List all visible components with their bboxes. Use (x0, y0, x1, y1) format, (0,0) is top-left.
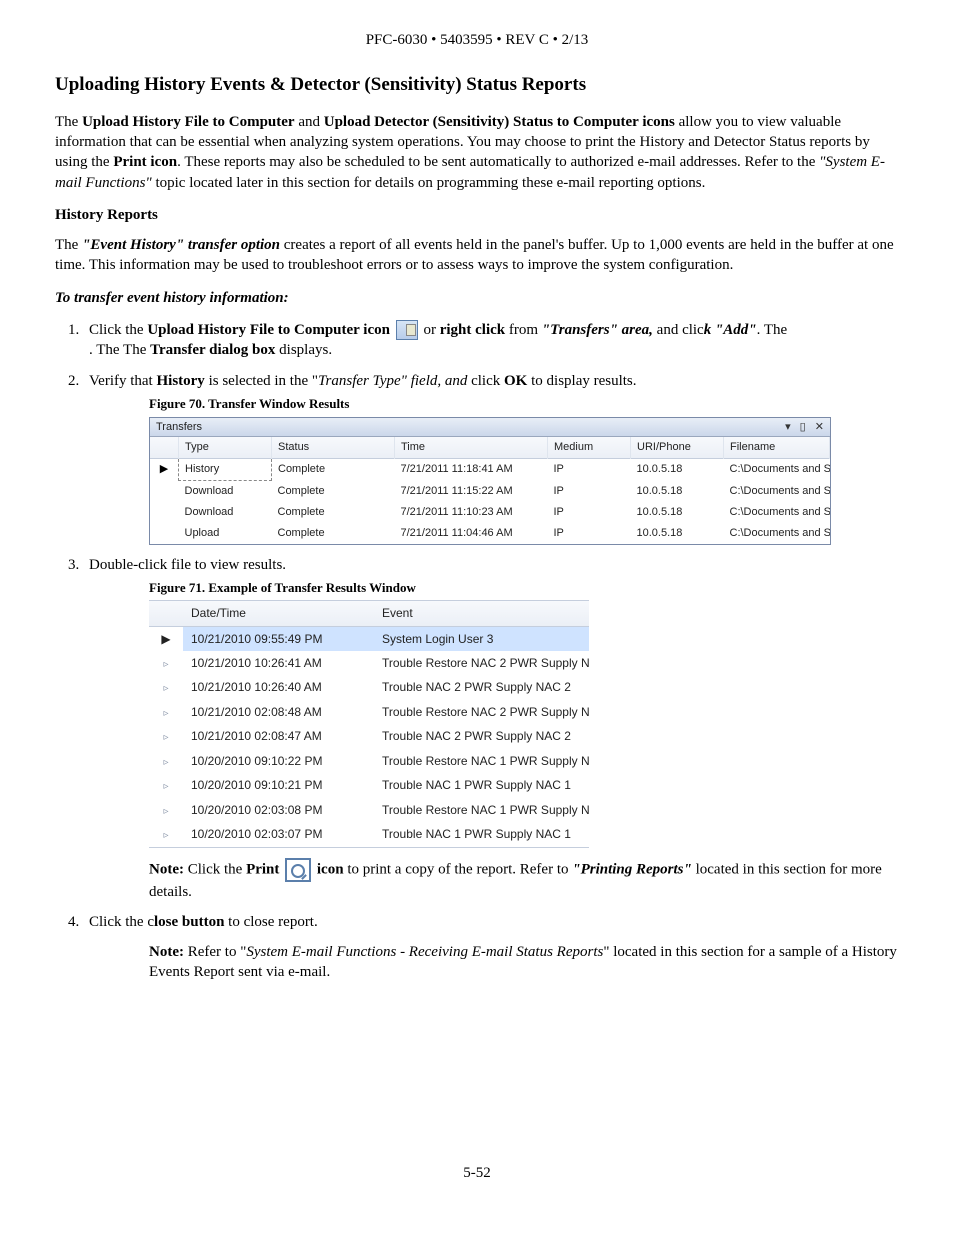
table-row[interactable]: ▶HistoryComplete7/21/2011 11:18:41 AMIP1… (150, 459, 830, 481)
pin-icon[interactable]: ▯ (800, 420, 806, 435)
step-2: Verify that History is selected in the "… (83, 371, 899, 545)
col-time[interactable]: Time (395, 437, 548, 458)
transfer-procedure-head: To transfer event history information: (55, 288, 899, 308)
col-uri[interactable]: URI/Phone (631, 437, 724, 458)
col-type[interactable]: Type (179, 437, 272, 458)
page-number: 5-52 (55, 1163, 899, 1183)
intro-paragraph: The Upload History File to Computer and … (55, 112, 899, 193)
table-row[interactable]: DownloadComplete7/21/2011 11:10:23 AMIP1… (150, 502, 830, 523)
transfers-window: Transfers ▾ ▯ ✕ Type Status Time Medium … (149, 417, 831, 545)
upload-history-icon (396, 320, 418, 340)
col-event[interactable]: Event (374, 601, 589, 626)
step-3: Double-click file to view results. Figur… (83, 555, 899, 902)
table-row[interactable]: DownloadComplete7/21/2011 11:15:22 AMIP1… (150, 481, 830, 502)
step-4: Click the close button to close report. … (83, 912, 899, 983)
col-datetime[interactable]: Date/Time (183, 601, 374, 626)
doc-header: PFC-6030 • 5403595 • REV C • 2/13 (55, 30, 899, 50)
transfers-titlebar: Transfers ▾ ▯ ✕ (150, 418, 830, 438)
table-row[interactable]: UploadComplete7/21/2011 11:04:46 AMIP10.… (150, 523, 830, 544)
col-medium[interactable]: Medium (548, 437, 631, 458)
step-1: Click the Upload History File to Compute… (83, 320, 899, 361)
table-row[interactable]: ▹10/20/2010 09:10:22 PMTrouble Restore N… (149, 749, 589, 774)
history-reports-head: History Reports (55, 205, 899, 225)
table-row[interactable]: ▹10/20/2010 02:03:07 PMTrouble NAC 1 PWR… (149, 822, 589, 847)
table-row[interactable]: ▹10/20/2010 02:03:08 PMTrouble Restore N… (149, 798, 589, 823)
history-reports-paragraph: The "Event History" transfer option crea… (55, 235, 899, 276)
table-row[interactable]: ▹10/21/2010 02:08:47 AMTrouble NAC 2 PWR… (149, 724, 589, 749)
figure-71-caption: Figure 71. Example of Transfer Results W… (149, 579, 899, 597)
transfers-table: Type Status Time Medium URI/Phone Filena… (150, 437, 830, 543)
note-print: Note: Click the Print icon to print a co… (149, 858, 899, 902)
results-table: Date/Time Event ▶10/21/2010 09:55:49 PMS… (149, 601, 589, 846)
steps-list: Click the Upload History File to Compute… (55, 320, 899, 983)
dropdown-icon[interactable]: ▾ (785, 420, 791, 435)
col-file[interactable]: Filename (724, 437, 830, 458)
note-email: Note: Refer to "System E-mail Functions … (149, 942, 899, 983)
table-row[interactable]: ▹10/21/2010 10:26:41 AMTrouble Restore N… (149, 651, 589, 676)
close-icon[interactable]: ✕ (815, 420, 824, 435)
table-row[interactable]: ▶10/21/2010 09:55:49 PMSystem Login User… (149, 626, 589, 651)
col-status[interactable]: Status (272, 437, 395, 458)
table-row[interactable]: ▹10/20/2010 09:10:21 PMTrouble NAC 1 PWR… (149, 773, 589, 798)
print-preview-icon (285, 858, 311, 882)
page-title: Uploading History Events & Detector (Sen… (55, 72, 899, 98)
table-row[interactable]: ▹10/21/2010 10:26:40 AMTrouble NAC 2 PWR… (149, 675, 589, 700)
transfers-title-text: Transfers (156, 420, 202, 435)
figure-70-caption: Figure 70. Transfer Window Results (149, 395, 899, 413)
table-row[interactable]: ▹10/21/2010 02:08:48 AMTrouble Restore N… (149, 700, 589, 725)
results-window: Date/Time Event ▶10/21/2010 09:55:49 PMS… (149, 600, 589, 847)
